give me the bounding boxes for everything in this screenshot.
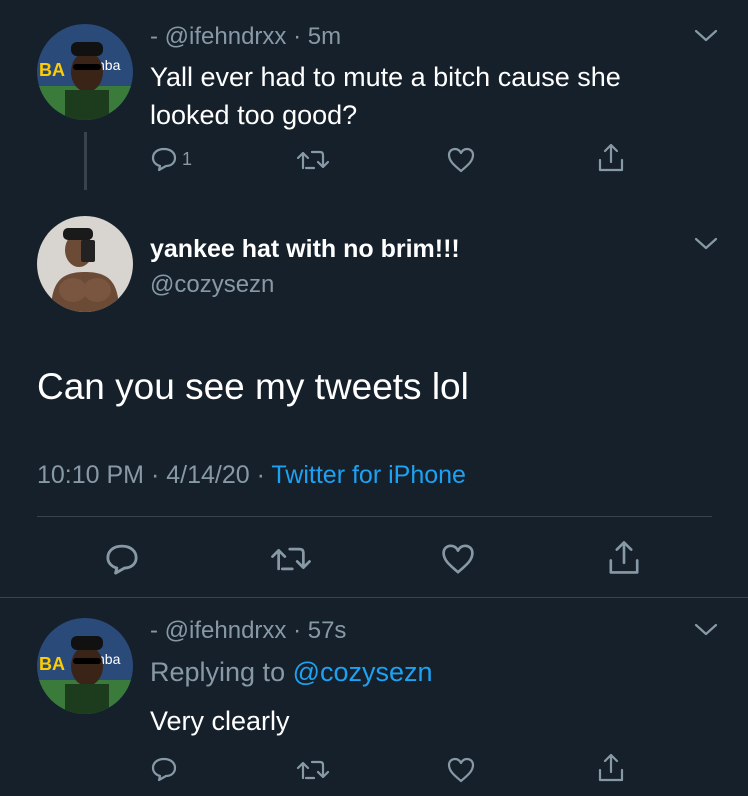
tweet1-separator: · bbox=[286, 23, 308, 50]
chevron-down-icon[interactable] bbox=[693, 236, 719, 252]
chevron-down-icon[interactable] bbox=[693, 28, 719, 44]
tweet2-source[interactable]: Twitter for iPhone bbox=[271, 461, 466, 489]
share-icon[interactable] bbox=[596, 752, 626, 784]
tweet1-time[interactable]: 5m bbox=[308, 23, 341, 50]
tweet1-text-line2: looked too good? bbox=[150, 100, 358, 130]
tweet3-text: Very clearly bbox=[150, 706, 290, 736]
avatar-cozysezn[interactable] bbox=[37, 216, 133, 312]
reply-icon[interactable] bbox=[104, 542, 140, 576]
replying-to-handle[interactable]: @cozysezn bbox=[293, 657, 433, 687]
svg-text:BA: BA bbox=[39, 654, 65, 674]
retweet-icon[interactable] bbox=[270, 544, 312, 574]
tweet1-text-line1: Yall ever had to mute a bitch cause she bbox=[150, 62, 621, 92]
heart-icon[interactable] bbox=[446, 146, 476, 174]
divider bbox=[37, 516, 712, 517]
tweet1-header: - @ifehndrxx · 5m bbox=[150, 22, 341, 52]
tweet2-handle[interactable]: @cozysezn bbox=[150, 270, 274, 300]
thread-line bbox=[84, 132, 87, 190]
tweet1-reply-count: 1 bbox=[182, 148, 193, 169]
heart-icon[interactable] bbox=[440, 542, 476, 576]
tweet1-handle[interactable]: - @ifehndrxx bbox=[150, 23, 286, 50]
retweet-icon[interactable] bbox=[296, 758, 330, 782]
chevron-down-icon[interactable] bbox=[693, 622, 719, 638]
svg-text:BA: BA bbox=[39, 60, 65, 80]
avatar-ifehndrxx[interactable]: BA nba bbox=[37, 618, 133, 714]
share-icon[interactable] bbox=[596, 142, 626, 174]
reply-icon[interactable] bbox=[150, 756, 178, 782]
tweet3-handle[interactable]: - @ifehndrxx bbox=[150, 617, 286, 644]
tweet2-meta: 10:10 PM · 4/14/20 · Twitter for iPhone bbox=[37, 460, 466, 490]
reply-icon bbox=[150, 146, 178, 172]
tweet2-display-name[interactable]: yankee hat with no brim!!! bbox=[150, 234, 460, 264]
tweet3-time[interactable]: 57s bbox=[308, 617, 347, 644]
heart-icon[interactable] bbox=[446, 756, 476, 784]
replying-to-label: Replying to bbox=[150, 657, 286, 687]
tweet1-text: Yall ever had to mute a bitch cause she … bbox=[150, 58, 621, 134]
tweet2-timestamp[interactable]: 10:10 PM · 4/14/20 bbox=[37, 461, 250, 489]
tweet1-reply-button[interactable]: 1 bbox=[150, 146, 192, 172]
share-icon[interactable] bbox=[606, 538, 642, 578]
divider bbox=[0, 597, 748, 598]
retweet-icon[interactable] bbox=[296, 148, 330, 172]
tweet3-header: - @ifehndrxx · 57s bbox=[150, 616, 346, 646]
tweet2-text: Can you see my tweets lol bbox=[37, 366, 469, 407]
tweet2-meta-separator: · bbox=[249, 461, 272, 489]
avatar-ifehndrxx[interactable]: BA nba bbox=[37, 24, 133, 120]
tweet3-separator: · bbox=[286, 617, 308, 644]
tweet3-replying-to: Replying to @cozysezn bbox=[150, 656, 433, 688]
